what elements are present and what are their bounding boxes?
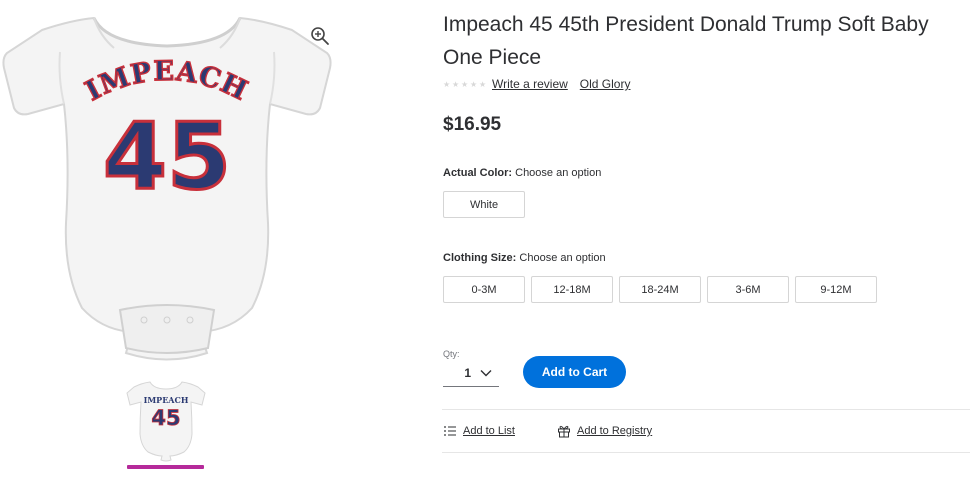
product-meta: ★ ★ ★ ★ ★ Write a review Old Glory bbox=[443, 77, 642, 91]
add-to-list-button[interactable]: Add to List bbox=[443, 424, 515, 438]
product-title: Impeach 45 45th President Donald Trump S… bbox=[443, 13, 929, 69]
qty-label: Qty: bbox=[443, 349, 460, 359]
size-option-18-24m[interactable]: 18-24M bbox=[619, 276, 701, 303]
brand-link[interactable]: Old Glory bbox=[580, 77, 631, 91]
star-icon: ★ bbox=[470, 79, 478, 89]
product-gallery: IMPEACH 45 IMPEACH 45 bbox=[0, 0, 340, 495]
print-number: 45 bbox=[103, 103, 231, 210]
size-prompt: Choose an option bbox=[519, 252, 606, 264]
size-option-3-6m[interactable]: 3-6M bbox=[707, 276, 789, 303]
add-to-registry-label: Add to Registry bbox=[576, 425, 653, 437]
chevron-down-icon bbox=[480, 369, 492, 376]
thumb-print-number: 45 bbox=[151, 406, 180, 430]
size-options: 0-3M 12-18M 18-24M 3-6M 9-12M bbox=[443, 276, 877, 303]
add-to-cart-button[interactable]: Add to Cart bbox=[523, 356, 626, 388]
rating-stars: ★ ★ ★ ★ ★ bbox=[443, 79, 487, 89]
color-label-text: Actual Color: bbox=[443, 167, 513, 179]
color-option-label: Actual Color: Choose an option bbox=[443, 167, 601, 179]
thumb-print-word: IMPEACH bbox=[144, 395, 189, 405]
secondary-actions: Add to List Add to Registry bbox=[443, 424, 694, 438]
star-icon: ★ bbox=[461, 79, 469, 89]
product-thumbnail[interactable]: IMPEACH 45 bbox=[126, 378, 206, 462]
thumbnail-selected-indicator bbox=[127, 465, 204, 469]
quantity-select[interactable]: 1 bbox=[443, 359, 499, 387]
size-option-label: Clothing Size: Choose an option bbox=[443, 252, 606, 264]
size-option-9-12m[interactable]: 9-12M bbox=[795, 276, 877, 303]
product-price: $16.95 bbox=[443, 114, 502, 135]
size-option-0-3m[interactable]: 0-3M bbox=[443, 276, 525, 303]
product-details: Impeach 45 45th President Donald Trump S… bbox=[442, 0, 972, 495]
add-to-list-label: Add to List bbox=[463, 425, 515, 437]
color-prompt: Choose an option bbox=[515, 167, 602, 179]
zoom-icon[interactable] bbox=[308, 24, 332, 48]
star-icon: ★ bbox=[443, 79, 451, 89]
write-review-link[interactable]: Write a review bbox=[492, 77, 568, 91]
quantity-value: 1 bbox=[464, 365, 471, 380]
size-option-12-18m[interactable]: 12-18M bbox=[531, 276, 613, 303]
product-image[interactable]: IMPEACH 45 bbox=[2, 8, 332, 368]
color-option-white[interactable]: White bbox=[443, 191, 525, 218]
divider bbox=[442, 409, 970, 410]
gift-icon bbox=[557, 425, 570, 438]
divider bbox=[442, 452, 970, 453]
star-icon: ★ bbox=[452, 79, 460, 89]
list-icon bbox=[444, 426, 456, 436]
add-to-registry-button[interactable]: Add to Registry bbox=[557, 424, 652, 438]
size-label-text: Clothing Size: bbox=[443, 252, 517, 264]
star-icon: ★ bbox=[479, 79, 487, 89]
